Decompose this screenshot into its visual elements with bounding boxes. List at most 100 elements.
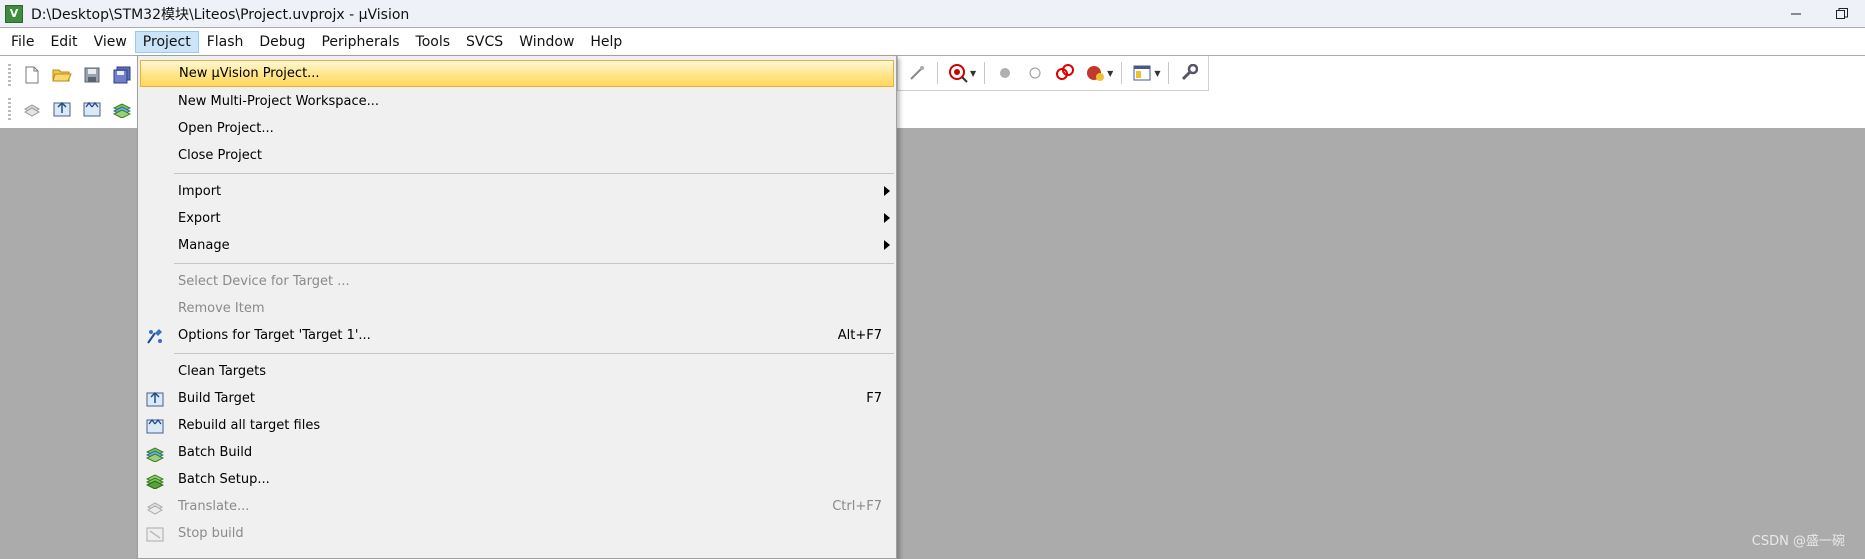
breakpoint-enable-button[interactable] <box>1023 61 1047 85</box>
breakpoint-insert-button[interactable] <box>993 61 1017 85</box>
menu-item-build-target[interactable]: Build Target F7 <box>138 385 896 412</box>
open-file-button[interactable] <box>50 63 74 87</box>
save-button[interactable] <box>80 63 104 87</box>
menu-item-batch-build[interactable]: Batch Build <box>138 439 896 466</box>
batch-setup-icon <box>146 471 164 489</box>
dropdown-arrow-icon[interactable]: ▼ <box>1154 69 1160 78</box>
window-layout-icon <box>1133 65 1151 81</box>
watermark-text: CSDN @盛一碗 <box>1751 534 1845 549</box>
build-icon <box>53 101 71 117</box>
menu-flash[interactable]: Flash <box>199 31 252 53</box>
menu-svcs[interactable]: SVCS <box>458 31 511 53</box>
breakpoint-gray-icon <box>1000 68 1011 78</box>
breakpoint-kill-all-button[interactable] <box>1083 61 1107 85</box>
menu-item-label: Translate... <box>178 499 250 514</box>
debug-partial-button[interactable] <box>905 61 929 85</box>
menu-item-manage[interactable]: Manage <box>138 232 896 259</box>
debug-toolbar: ▼ ▼ ▼ <box>897 56 1210 91</box>
window-controls <box>1773 0 1865 27</box>
breakpoint-disable-all-button[interactable] <box>1053 61 1077 85</box>
menu-file[interactable]: File <box>3 31 42 53</box>
menu-item-label: Stop build <box>178 526 244 541</box>
menu-separator <box>174 353 894 354</box>
menu-view[interactable]: View <box>86 31 135 53</box>
menu-item-shortcut: Ctrl+F7 <box>832 499 882 514</box>
submenu-arrow-icon <box>884 186 890 196</box>
submenu-arrow-icon <box>884 213 890 223</box>
menu-item-remove-item: Remove Item <box>138 295 896 322</box>
menu-item-label: Batch Build <box>178 445 253 460</box>
menu-item-shortcut: Alt+F7 <box>837 328 882 343</box>
breakpoint-kill-icon <box>1087 66 1105 81</box>
menu-separator <box>174 173 894 174</box>
debug-session-icon <box>949 64 968 83</box>
dropdown-arrow-icon[interactable]: ▼ <box>1107 69 1113 78</box>
menu-help[interactable]: Help <box>582 31 630 53</box>
translate-icon <box>23 104 41 117</box>
configure-button[interactable] <box>1177 61 1201 85</box>
menu-item-new-project[interactable]: New µVision Project... <box>140 60 894 87</box>
start-debug-button[interactable] <box>946 61 970 85</box>
save-icon <box>84 67 100 83</box>
dropdown-arrow-icon[interactable]: ▼ <box>970 69 976 78</box>
toolbar-separator <box>1168 62 1170 84</box>
menu-item-label: New Multi-Project Workspace... <box>178 94 380 109</box>
menu-item-export[interactable]: Export <box>138 205 896 232</box>
toolbar-grip[interactable] <box>8 98 11 120</box>
window-layout-button[interactable] <box>1130 61 1154 85</box>
menu-item-open-project[interactable]: Open Project... <box>138 115 896 142</box>
minimize-icon <box>1791 13 1801 14</box>
menu-debug[interactable]: Debug <box>251 31 313 53</box>
target-options-icon <box>146 327 164 345</box>
window-title: D:\Desktop\STM32模块\Liteos\Project.uvproj… <box>31 6 410 23</box>
menu-item-close-project[interactable]: Close Project <box>138 142 896 169</box>
rebuild-icon <box>146 417 164 435</box>
save-all-button[interactable] <box>110 63 134 87</box>
batch-build-icon <box>146 444 164 462</box>
stop-build-icon <box>146 525 164 543</box>
menu-item-options-for-target[interactable]: Options for Target 'Target 1'... Alt+F7 <box>138 322 896 349</box>
breakpoint-disable-icon <box>1056 64 1075 80</box>
menu-item-stop-build: Stop build <box>138 520 896 547</box>
restore-button[interactable] <box>1819 0 1865 27</box>
menu-item-clean-targets[interactable]: Clean Targets <box>138 358 896 385</box>
menu-item-rebuild-all[interactable]: Rebuild all target files <box>138 412 896 439</box>
new-file-button[interactable] <box>20 63 44 87</box>
menu-item-new-multi-project-workspace[interactable]: New Multi-Project Workspace... <box>138 88 896 115</box>
minimize-button[interactable] <box>1773 0 1819 27</box>
menu-item-label: Remove Item <box>178 301 265 316</box>
uvision-app-icon: V <box>5 4 23 23</box>
batch-build-toolbar-button[interactable] <box>110 97 134 121</box>
menu-bar: File Edit View Project Flash Debug Perip… <box>0 28 1865 55</box>
save-all-icon <box>113 66 131 84</box>
menu-window[interactable]: Window <box>511 31 582 53</box>
toolbar-separator <box>937 62 938 84</box>
menu-item-select-device: Select Device for Target ... <box>138 268 896 295</box>
menu-item-import[interactable]: Import <box>138 178 896 205</box>
menu-item-batch-setup[interactable]: Batch Setup... <box>138 466 896 493</box>
menu-separator <box>174 263 894 264</box>
menu-item-label: Export <box>178 211 221 226</box>
menu-item-label: Select Device for Target ... <box>178 274 350 289</box>
translate-toolbar-button[interactable] <box>20 97 44 121</box>
file-toolbar <box>0 58 137 92</box>
menu-tools[interactable]: Tools <box>408 31 459 53</box>
menu-item-label: Options for Target 'Target 1'... <box>178 328 371 343</box>
menu-item-label: Batch Setup... <box>178 472 270 487</box>
menu-project[interactable]: Project <box>134 30 199 53</box>
menu-edit[interactable]: Edit <box>42 31 85 53</box>
toolbar-grip[interactable] <box>8 64 11 86</box>
breakpoint-empty-icon <box>1029 67 1041 79</box>
debug-wand-icon <box>910 66 924 80</box>
menu-peripherals[interactable]: Peripherals <box>313 31 407 53</box>
build-toolbar-button[interactable] <box>50 97 74 121</box>
menu-item-label: Manage <box>178 238 230 253</box>
rebuild-toolbar-button[interactable] <box>80 97 104 121</box>
translate-icon <box>146 498 164 516</box>
menu-item-translate: Translate... Ctrl+F7 <box>138 493 896 520</box>
menu-item-label: Clean Targets <box>178 364 267 379</box>
submenu-arrow-icon <box>884 240 890 250</box>
title-bar: V D:\Desktop\STM32模块\Liteos\Project.uvpr… <box>0 0 1865 27</box>
build-toolbar <box>0 92 137 126</box>
menu-item-label: Import <box>178 184 222 199</box>
